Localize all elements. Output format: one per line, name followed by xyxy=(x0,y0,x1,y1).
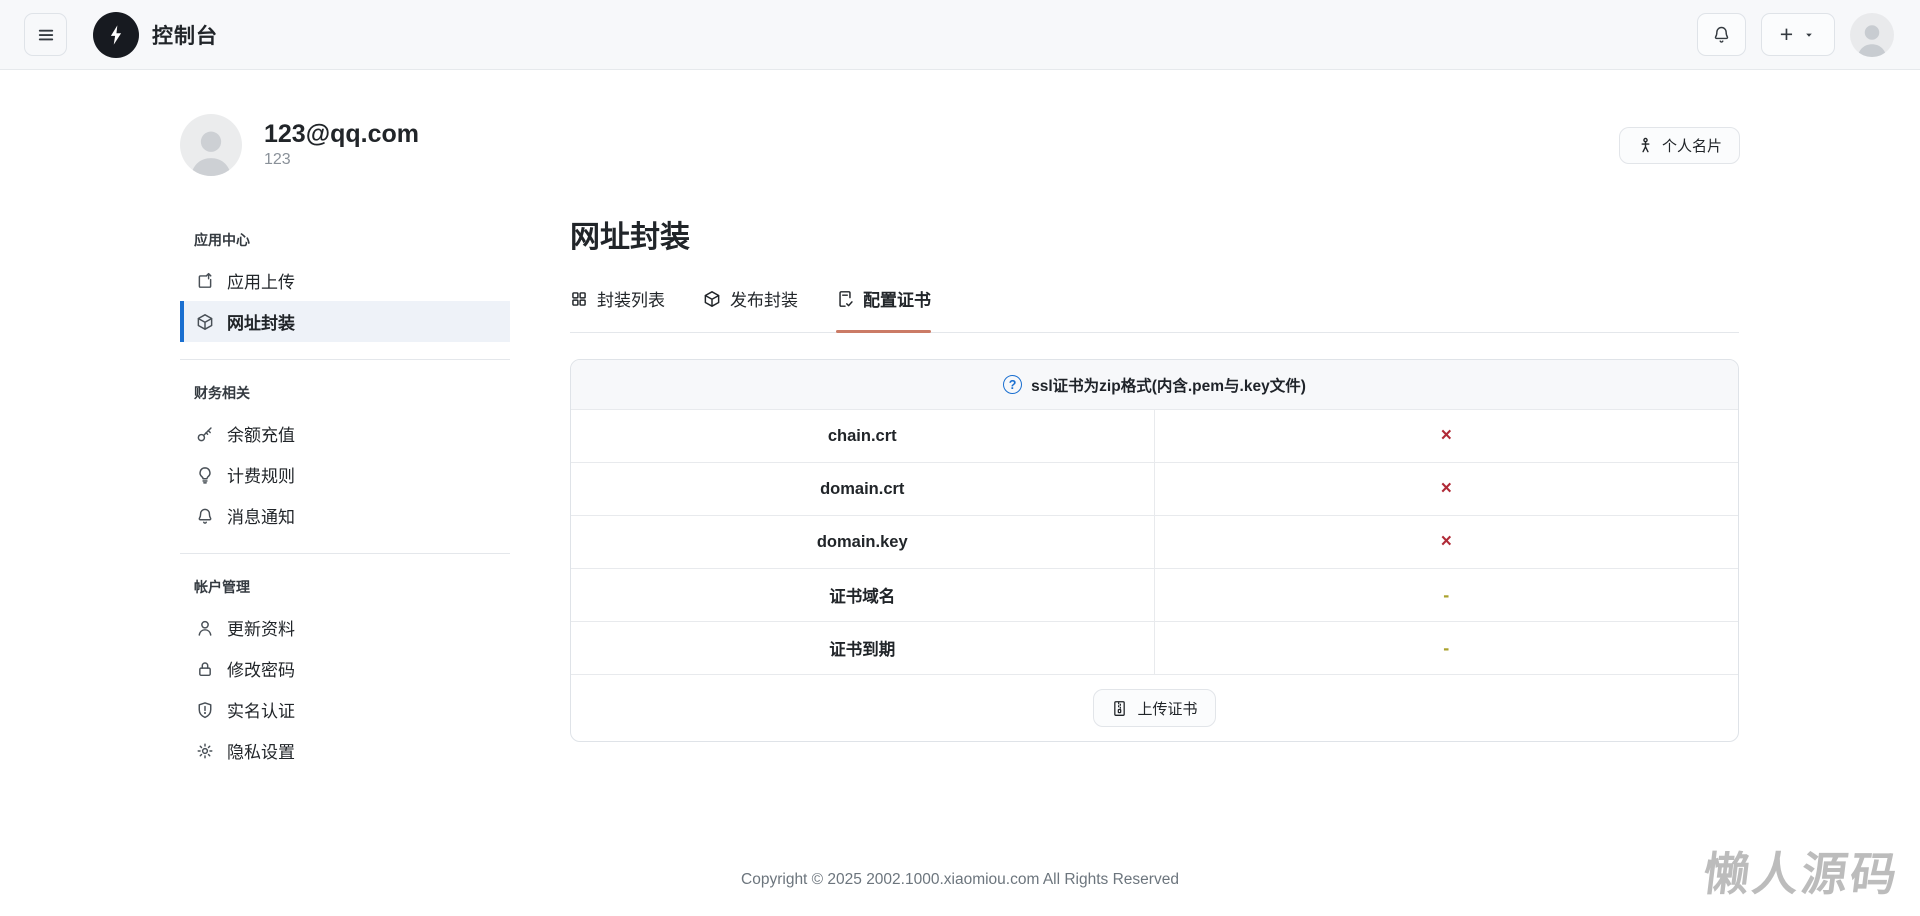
lock-icon xyxy=(196,660,214,678)
cert-table-row: chain.crt × xyxy=(571,410,1738,463)
cube-icon xyxy=(196,313,214,331)
sidebar-item-label: 网址封装 xyxy=(227,314,295,333)
missing-x-mark: × xyxy=(1440,531,1452,552)
sidebar-item-label: 实名认证 xyxy=(227,702,295,721)
lightning-bolt-icon xyxy=(104,23,128,47)
sidebar-item-notifications[interactable]: 消息通知 xyxy=(180,495,510,536)
sidebar-item-label: 更新资料 xyxy=(227,620,295,639)
bell-icon xyxy=(196,507,214,525)
hamburger-icon xyxy=(36,25,56,45)
bell-icon xyxy=(1712,25,1731,44)
tab-label: 封装列表 xyxy=(597,291,665,310)
watermark: 懒人源码 xyxy=(1700,848,1903,900)
cert-card-footer: 上传证书 xyxy=(571,675,1738,741)
missing-x-mark: × xyxy=(1440,478,1452,499)
sidebar-item-label: 余额充值 xyxy=(227,426,295,445)
sidebar-item-balance-recharge[interactable]: 余额充值 xyxy=(180,413,510,454)
topbar: 控制台 + xyxy=(0,0,1920,70)
upload-certificate-button[interactable]: 上传证书 xyxy=(1093,689,1216,727)
person-silhouette-icon xyxy=(1852,17,1892,57)
personal-card-label: 个人名片 xyxy=(1661,137,1722,155)
sidebar-item-app-upload[interactable]: 应用上传 xyxy=(180,260,510,301)
sidebar-section-header: 财务相关 xyxy=(194,385,250,401)
empty-dash-mark: - xyxy=(1443,637,1450,658)
sidebar-item-label: 计费规则 xyxy=(227,467,295,486)
cert-table-row: domain.key × xyxy=(571,516,1738,569)
sidebar-item-privacy[interactable]: 隐私设置 xyxy=(180,730,510,771)
tab-package-list[interactable]: 封装列表 xyxy=(570,286,665,332)
cert-row-name: domain.crt xyxy=(571,463,1155,515)
cert-row-status: - xyxy=(1155,622,1739,674)
sidebar-item-real-name-auth[interactable]: 实名认证 xyxy=(180,689,510,730)
profile-header: 123@qq.com 123 个人名片 xyxy=(180,114,1740,176)
tab-label: 发布封装 xyxy=(730,291,798,310)
sidebar-section-header: 帐户管理 xyxy=(194,579,250,595)
app-title: 控制台 xyxy=(152,24,218,48)
cert-row-name: 证书域名 xyxy=(571,569,1155,621)
plus-glyph: + xyxy=(1779,21,1794,47)
profile-username: 123 xyxy=(264,151,291,169)
menu-button[interactable] xyxy=(24,13,67,56)
user-avatar[interactable] xyxy=(1850,12,1894,57)
sidebar-divider xyxy=(180,553,510,554)
cert-row-status: - xyxy=(1155,569,1739,621)
app-logo xyxy=(93,11,139,58)
shield-exclamation-icon xyxy=(196,701,214,719)
tabs: 封装列表 发布封装 配置证书 xyxy=(570,286,1739,333)
box-arrow-up-icon xyxy=(196,272,214,290)
sidebar-item-url-package[interactable]: 网址封装 xyxy=(180,301,510,342)
cert-table-row: 证书域名 - xyxy=(571,569,1738,622)
person-standing-icon xyxy=(1637,137,1654,154)
sidebar-item-label: 修改密码 xyxy=(227,661,295,680)
key-icon xyxy=(196,425,214,443)
personal-card-button[interactable]: 个人名片 xyxy=(1618,126,1740,164)
sidebar: 应用中心应用上传网址封装财务相关余额充值计费规则消息通知帐户管理更新资料修改密码… xyxy=(180,212,510,771)
gear-icon xyxy=(196,742,214,760)
cert-row-status: × xyxy=(1155,516,1739,568)
sidebar-section-header: 应用中心 xyxy=(194,232,250,248)
lightbulb-icon xyxy=(196,466,214,484)
cube-icon xyxy=(703,290,721,308)
tab-publish-package[interactable]: 发布封装 xyxy=(703,286,798,332)
profile-avatar xyxy=(180,114,242,176)
cert-table-rows: chain.crt × domain.crt × domain.key × 证书域名 - 证书到… xyxy=(571,410,1738,675)
notifications-button[interactable] xyxy=(1697,13,1746,56)
file-check-icon xyxy=(836,290,854,308)
cert-row-status: × xyxy=(1155,463,1739,515)
sidebar-item-update-profile[interactable]: 更新资料 xyxy=(180,607,510,648)
cert-row-status: × xyxy=(1155,410,1739,462)
main-content: 网址封装 封装列表 发布封装 配置证书 ? ssl证书为zip格式(内含.pem与.… xyxy=(570,212,1739,742)
help-circle-icon: ? xyxy=(1003,375,1023,394)
sidebar-item-change-password[interactable]: 修改密码 xyxy=(180,648,510,689)
cert-table-row: domain.crt × xyxy=(571,463,1738,516)
copyright-text: Copyright © 2025 2002.1000.xiaomiou.com … xyxy=(741,871,1179,888)
tab-label: 配置证书 xyxy=(863,291,931,310)
empty-dash-mark: - xyxy=(1443,584,1450,605)
upload-certificate-label: 上传证书 xyxy=(1137,700,1198,718)
person-icon xyxy=(196,619,214,637)
sidebar-item-billing-rules[interactable]: 计费规则 xyxy=(180,454,510,495)
tab-configure-cert[interactable]: 配置证书 xyxy=(836,286,931,333)
sidebar-item-label: 隐私设置 xyxy=(227,743,295,762)
cert-row-name: chain.crt xyxy=(571,410,1155,462)
ssl-notice: ? ssl证书为zip格式(内含.pem与.key文件) xyxy=(571,360,1738,410)
file-zip-icon xyxy=(1111,700,1128,717)
cert-table-row: 证书到期 - xyxy=(571,622,1738,675)
person-silhouette-icon xyxy=(183,120,239,176)
page-title: 网址封装 xyxy=(570,221,690,254)
grid-icon xyxy=(570,290,588,308)
sidebar-item-label: 应用上传 xyxy=(227,273,295,292)
cert-row-name: domain.key xyxy=(571,516,1155,568)
sidebar-item-label: 消息通知 xyxy=(227,508,295,527)
caret-down-icon xyxy=(1802,28,1816,42)
create-button[interactable]: + xyxy=(1761,13,1835,56)
ssl-notice-text: ssl证书为zip格式(内含.pem与.key文件) xyxy=(1031,377,1306,395)
certificate-card: ? ssl证书为zip格式(内含.pem与.key文件) chain.crt × d… xyxy=(570,359,1739,742)
cert-row-name: 证书到期 xyxy=(571,622,1155,674)
sidebar-divider xyxy=(180,359,510,360)
missing-x-mark: × xyxy=(1440,425,1452,446)
profile-email: 123@qq.com xyxy=(264,119,419,148)
